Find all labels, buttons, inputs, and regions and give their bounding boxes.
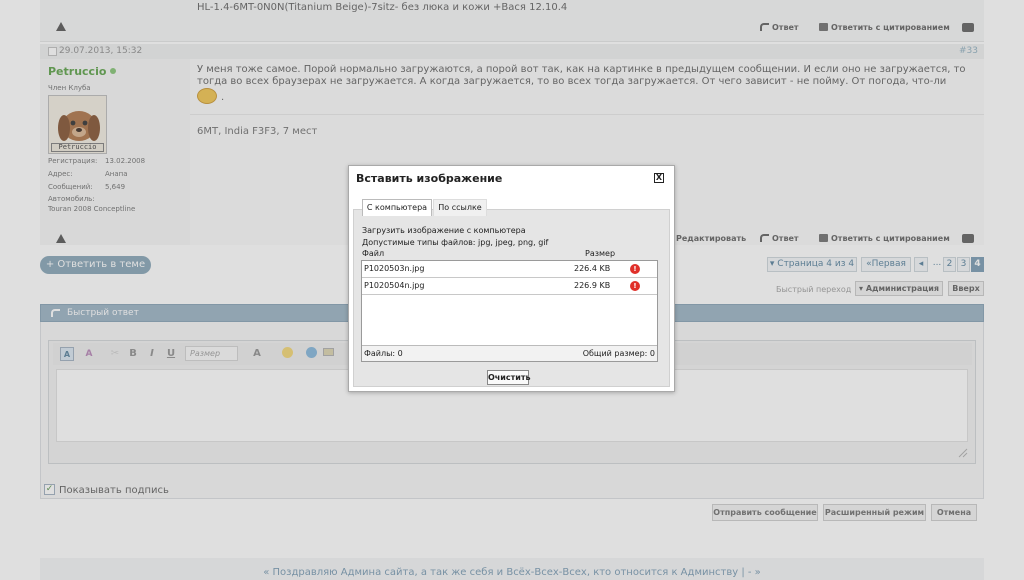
file-size: 226.4 KB — [574, 264, 611, 273]
allowed-types: Допустимые типы файлов: jpg, jpeg, png, … — [362, 238, 549, 247]
file-list-status: Файлы: 0 Общий размер: 0 — [362, 345, 657, 361]
error-icon: ! — [630, 281, 640, 291]
total-size: Общий размер: 0 — [582, 349, 655, 358]
clear-button[interactable]: Очистить — [487, 370, 531, 385]
file-size: 226.9 KB — [574, 281, 611, 290]
dialog-title: Вставить изображение — [356, 172, 503, 185]
file-column-header: Файл — [362, 249, 385, 258]
files-count: Файлы: 0 — [364, 349, 403, 358]
size-column-header: Размер — [585, 249, 616, 258]
close-icon[interactable]: X — [654, 173, 664, 183]
file-name: P1020504n.jpg — [364, 281, 425, 290]
tab-by-link[interactable]: По ссылке — [433, 199, 487, 216]
tab-from-computer[interactable]: С компьютера — [362, 199, 432, 216]
file-row[interactable]: P1020504n.jpg 226.9 KB ! — [362, 278, 657, 295]
upload-caption: Загрузить изображение с компьютера — [362, 226, 526, 235]
file-name: P1020503n.jpg — [364, 264, 425, 273]
file-row[interactable]: P1020503n.jpg 226.4 KB ! — [362, 261, 657, 278]
error-icon: ! — [630, 264, 640, 274]
